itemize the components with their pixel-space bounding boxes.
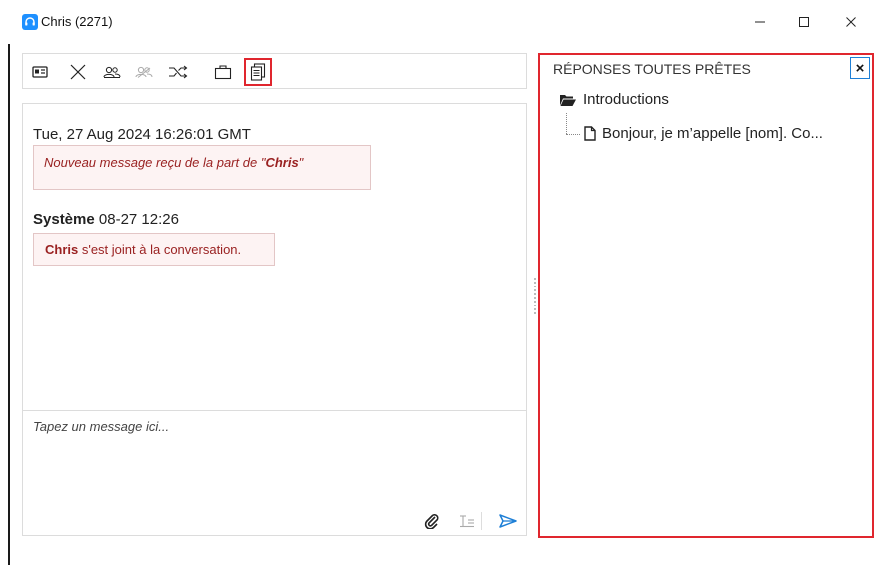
notice-sender-name: Chris (265, 155, 299, 170)
system-message-header: Système 08-27 12:26 (33, 211, 179, 228)
new-message-notice: Nouveau message reçu de la part de "Chri… (33, 145, 371, 190)
system-sender: Système (33, 211, 95, 228)
notice-prefix: Nouveau message reçu de la part de (44, 155, 261, 170)
tree-folder-introductions[interactable]: Introductions (559, 91, 669, 108)
chat-window: Chris (2271) Tue, 27 Aug 2024 16:26:01 G… (0, 0, 876, 565)
canned-responses-icon (250, 63, 266, 81)
end-chat-button[interactable] (67, 61, 89, 83)
folder-label: Introductions (583, 91, 669, 108)
close-panel-button[interactable]: × (850, 57, 870, 79)
briefcase-button[interactable] (212, 61, 234, 83)
tree-connector (566, 113, 567, 134)
maximize-button[interactable] (789, 10, 819, 34)
transfer-queue-icon (169, 65, 188, 79)
send-icon (499, 514, 517, 528)
chat-toolbar (22, 53, 527, 89)
close-icon (846, 17, 856, 27)
briefcase-icon (214, 65, 232, 80)
title-bar: Chris (2271) (8, 0, 876, 44)
headset-app-icon (22, 14, 38, 30)
attach-button[interactable] (422, 511, 442, 531)
window-title: Chris (2271) (41, 14, 113, 29)
conversation-panel: Tue, 27 Aug 2024 16:26:01 GMT Nouveau me… (22, 53, 527, 536)
notice-text: Nouveau message reçu de la part de "Chri… (44, 155, 303, 170)
vertical-splitter[interactable] (534, 278, 537, 314)
end-chat-icon (70, 64, 86, 80)
contact-card-button[interactable] (29, 61, 51, 83)
system-joined-text: s'est joint à la conversation. (78, 242, 242, 257)
document-icon (584, 126, 596, 141)
transfer-queue-button[interactable] (167, 61, 189, 83)
transfer-agent-button[interactable] (101, 61, 123, 83)
message-input[interactable] (33, 419, 513, 499)
canned-responses-panel: RÉPONSES TOUTES PRÊTES × Introductions B… (538, 53, 874, 538)
open-folder-icon (560, 94, 576, 106)
message-timestamp: Tue, 27 Aug 2024 16:26:01 GMT (33, 126, 251, 143)
compose-divider (481, 512, 482, 530)
system-time: 08-27 12:26 (98, 211, 179, 228)
send-button[interactable] (498, 511, 518, 531)
response-label: Bonjour, je m’appelle [nom]. Co... (602, 125, 823, 142)
transfer-agent-icon (103, 66, 121, 78)
compose-box (22, 410, 527, 536)
canned-responses-button[interactable] (244, 58, 272, 86)
conference-icon (135, 66, 153, 78)
minimize-button[interactable] (745, 10, 775, 34)
window-left-border (8, 44, 10, 565)
paperclip-icon (424, 514, 439, 529)
text-format-icon (460, 515, 474, 528)
panel-title: RÉPONSES TOUTES PRÊTES (553, 61, 751, 77)
notice-quote-close: " (298, 155, 304, 170)
maximize-icon (799, 17, 809, 27)
system-message-text: Chris s'est joint à la conversation. (45, 242, 241, 257)
conference-button[interactable] (133, 61, 155, 83)
system-joined-name: Chris (45, 242, 79, 257)
text-format-button[interactable] (457, 511, 477, 531)
minimize-icon (755, 21, 765, 23)
contact-card-icon (32, 66, 48, 78)
close-window-button[interactable] (836, 10, 866, 34)
tree-item-response[interactable]: Bonjour, je m’appelle [nom]. Co... (584, 125, 823, 142)
system-message: Chris s'est joint à la conversation. (33, 233, 275, 266)
tree-connector-branch (566, 134, 580, 135)
